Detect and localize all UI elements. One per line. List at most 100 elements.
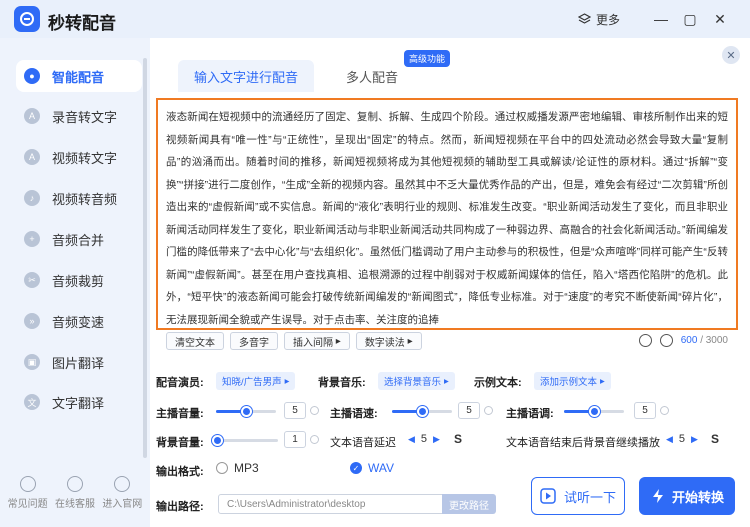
bg-volume-reset-icon[interactable] [310, 435, 319, 444]
volume-slider[interactable] [216, 406, 276, 417]
preview-button[interactable]: 试听一下 [531, 477, 625, 515]
speed-reset-icon[interactable] [484, 406, 493, 415]
sidebar-item-label: 录音转文字 [52, 109, 118, 125]
advanced-badge: 高级功能 [404, 50, 451, 67]
increase-icon[interactable]: ▶ [433, 434, 440, 445]
text-translate-icon: 文 [24, 394, 40, 410]
sidebar-item-record-to-text[interactable]: A 录音转文字 [24, 101, 142, 131]
video-text-icon: A [24, 149, 40, 165]
continue-unit: S [711, 432, 720, 446]
continue-label: 文本语音结束后背景音继续播放 [506, 437, 660, 449]
volume-knob[interactable] [241, 406, 252, 417]
close-window-button[interactable]: ✕ [710, 9, 730, 29]
sidebar-item-audio-speed[interactable]: » 音频变速 [24, 306, 142, 336]
sidebar-item-video-to-audio[interactable]: ♪ 视频转音频 [24, 183, 142, 213]
insert-pause-label: 插入间隔 [293, 337, 333, 349]
bottom-nav: 常见问题 在线客服 进入官网 [0, 468, 150, 527]
more-menu[interactable]: 更多 [578, 11, 620, 28]
sidebar-item-label: 音频合并 [52, 232, 105, 248]
undo-icon[interactable] [638, 334, 652, 347]
sidebar-item-video-to-text[interactable]: A 视频转文字 [24, 142, 142, 172]
image-translate-icon: ▣ [24, 354, 40, 370]
bgm-label: 背景音乐: [318, 377, 366, 389]
chevron-right-icon: ▸ [600, 375, 605, 387]
pitch-value[interactable]: 5 [634, 402, 656, 419]
sidebar-item-label: 音频裁剪 [52, 273, 105, 289]
delay-label: 文本语音延迟 [330, 437, 396, 449]
editor-toolbar: 清空文本 多音字 插入间隔 ▸ 数字读法 ▸ [166, 332, 422, 350]
sidebar-item-label: 图片翻译 [52, 355, 105, 371]
continue-stepper[interactable]: ◀ 5 ▶ [666, 433, 698, 445]
volume-reset-icon[interactable] [310, 406, 319, 415]
start-convert-label: 开始转换 [671, 489, 724, 505]
continue-value: 5 [678, 433, 686, 445]
sidebar-item-text-translate[interactable]: 文 文字翻译 [24, 387, 142, 417]
sidebar-item-label: 视频转音频 [52, 191, 118, 207]
digit-reading-button[interactable]: 数字读法 ▸ [355, 332, 422, 350]
tab-multi-dubbing[interactable]: 多人配音 [332, 60, 412, 92]
radio-off-icon [216, 462, 228, 474]
play-icon [540, 488, 556, 504]
speed-slider[interactable] [392, 406, 452, 417]
delay-stepper[interactable]: ◀ 5 ▶ [408, 433, 440, 445]
convert-icon [652, 489, 663, 503]
char-count-max: / 3000 [700, 335, 728, 346]
delay-value: 5 [420, 433, 428, 445]
anchor-value: 知晓/广告男声 [222, 377, 282, 388]
minimize-button[interactable]: — [651, 9, 671, 29]
clear-text-button[interactable]: 清空文本 [166, 332, 224, 350]
website-link[interactable]: 进入官网 [99, 468, 145, 527]
app-title: 秒转配音 [48, 14, 116, 33]
change-path-button[interactable]: 更改路径 [442, 494, 496, 514]
path-label: 输出路径: [156, 501, 204, 513]
tab-bar: 输入文字进行配音 多人配音 [178, 60, 412, 92]
sidebar: ● 智能配音 A 录音转文字 A 视频转文字 ♪ 视频转音频 + 音频合并 ✂ … [0, 38, 150, 527]
increase-icon[interactable]: ▶ [691, 434, 698, 445]
tab-text-dubbing[interactable]: 输入文字进行配音 [178, 60, 315, 92]
delay-unit: S [454, 432, 463, 446]
sample-value: 添加示例文本 [540, 377, 598, 388]
sidebar-item-image-translate[interactable]: ▣ 图片翻译 [24, 347, 142, 377]
sidebar-scrollbar[interactable] [143, 58, 147, 458]
bg-volume-value[interactable]: 1 [284, 431, 306, 448]
polyphone-button[interactable]: 多音字 [230, 332, 278, 350]
text-editor[interactable]: 液态新闻在短视频中的流通经历了固定、复制、拆解、生成四个阶段。通过权威播发源严密… [156, 98, 738, 330]
decrease-icon[interactable]: ◀ [408, 434, 415, 445]
insert-pause-button[interactable]: 插入间隔 ▸ [284, 332, 350, 350]
volume-label: 主播音量: [156, 408, 204, 420]
support-link[interactable]: 在线客服 [52, 468, 98, 527]
pitch-reset-icon[interactable] [660, 406, 669, 415]
faq-link[interactable]: 常见问题 [5, 468, 51, 527]
anchor-select[interactable]: 知晓/广告男声 ▸ [216, 372, 296, 390]
sidebar-item-label: 文字翻译 [52, 395, 105, 411]
support-label: 在线客服 [54, 499, 95, 510]
speed-value[interactable]: 5 [458, 402, 480, 419]
record-icon: A [24, 108, 40, 124]
pitch-slider[interactable] [564, 406, 624, 417]
chevron-right-icon: ▸ [284, 375, 290, 387]
output-path-input[interactable]: C:\Users\Administrator\desktop [218, 494, 446, 514]
pitch-knob[interactable] [589, 406, 600, 417]
anchor-label: 配音演员: [156, 377, 204, 389]
sample-select[interactable]: 添加示例文本 ▸ [534, 372, 611, 390]
home-icon [114, 476, 131, 492]
bgm-select[interactable]: 选择背景音乐 ▸ [378, 372, 455, 390]
maximize-button[interactable]: ▢ [680, 9, 700, 29]
cut-icon: ✂ [24, 272, 40, 288]
volume-value[interactable]: 5 [284, 402, 306, 419]
decrease-icon[interactable]: ◀ [666, 434, 673, 445]
bg-volume-knob[interactable] [212, 435, 223, 446]
format-mp3-radio[interactable]: MP3 [216, 461, 259, 475]
bg-volume-slider[interactable] [212, 435, 278, 446]
digit-reading-label: 数字读法 [364, 337, 405, 349]
sidebar-item-audio-cut[interactable]: ✂ 音频裁剪 [24, 265, 142, 295]
start-convert-button[interactable]: 开始转换 [639, 477, 735, 515]
sidebar-item-smart-dubbing[interactable]: ● 智能配音 [24, 61, 142, 91]
main-panel: ✕ 输入文字进行配音 多人配音 高级功能 液态新闻在短视频中的流通经历了固定、复… [150, 38, 750, 527]
close-panel-button[interactable]: ✕ [722, 46, 740, 64]
format-wav-radio[interactable]: ✓ WAV [350, 461, 394, 475]
redo-icon[interactable] [659, 334, 673, 347]
sidebar-item-audio-merge[interactable]: + 音频合并 [24, 224, 142, 254]
speed-knob[interactable] [417, 406, 428, 417]
preview-label: 试听一下 [563, 489, 616, 505]
